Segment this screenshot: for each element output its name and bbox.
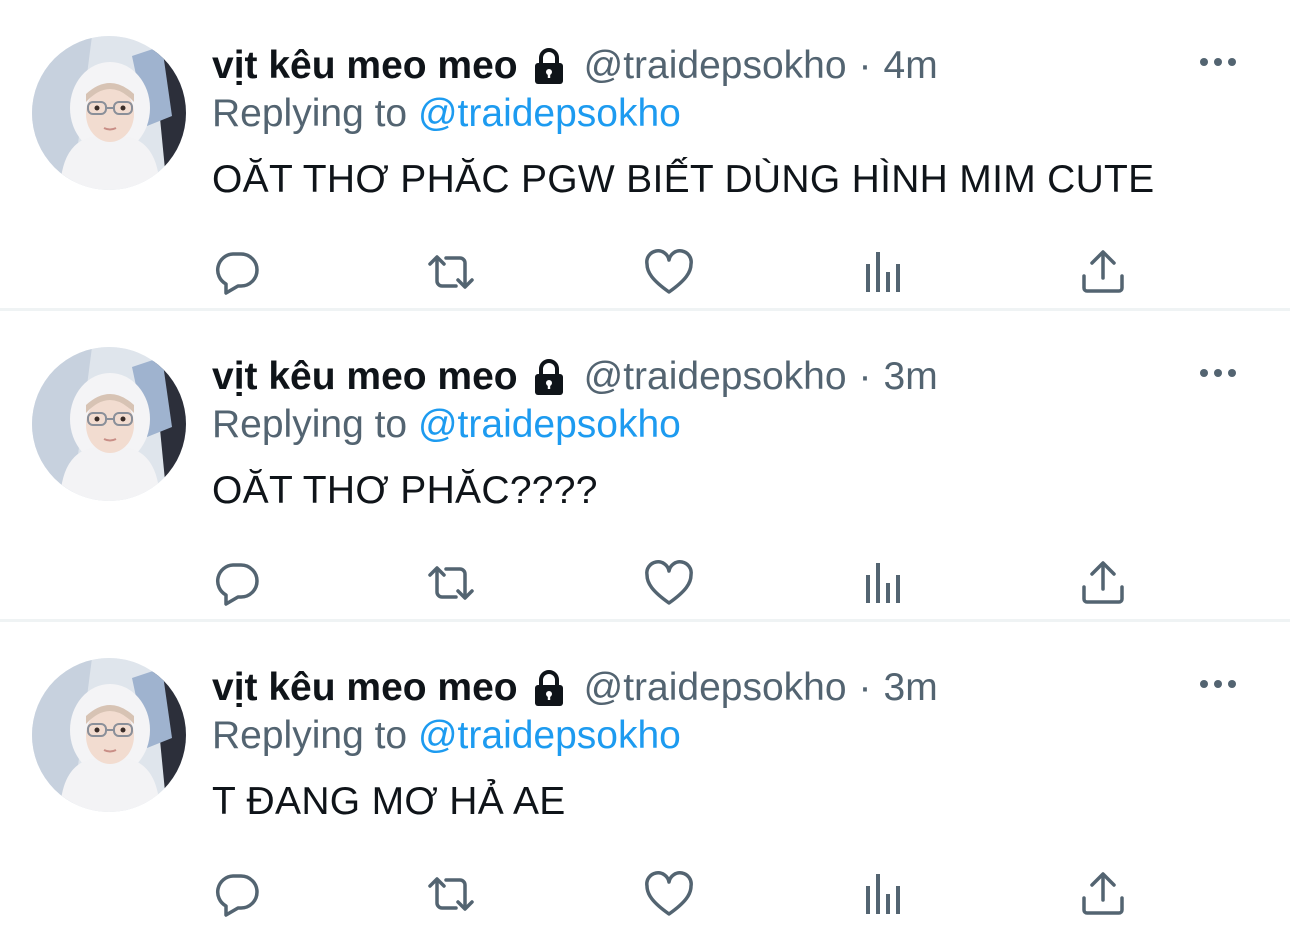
lock-icon: [528, 667, 570, 709]
tweet-actions: [212, 248, 1132, 296]
tweet-header: vịt kêu meo meo @traidepsokho · 4m: [212, 40, 938, 92]
user-handle[interactable]: @traidepsokho: [584, 44, 847, 88]
tweet-actions: [212, 559, 1132, 607]
avatar[interactable]: [32, 658, 186, 812]
user-handle[interactable]: @traidepsokho: [584, 666, 847, 710]
reply-icon[interactable]: [212, 248, 262, 296]
tweet-actions: [212, 870, 1132, 918]
lock-icon: [528, 45, 570, 87]
replying-to: Replying to @traidepsokho: [212, 714, 681, 758]
tweet-text: OĂT THƠ PHĂC????: [212, 469, 598, 512]
more-icon[interactable]: [1198, 363, 1238, 383]
timestamp[interactable]: 4m: [884, 44, 938, 88]
separator-dot: ·: [858, 44, 872, 87]
avatar[interactable]: [32, 36, 186, 190]
tweet-header: vịt kêu meo meo @traidepsokho · 3m: [212, 351, 938, 403]
user-handle[interactable]: @traidepsokho: [584, 355, 847, 399]
display-name[interactable]: vịt kêu meo meo: [212, 355, 518, 399]
tweet-text: OĂT THƠ PHĂC PGW BIẾT DÙNG HÌNH MIM CUTE: [212, 158, 1155, 201]
tweet[interactable]: vịt kêu meo meo @traidepsokho · 4m Reply…: [0, 0, 1290, 311]
avatar[interactable]: [32, 347, 186, 501]
analytics-icon[interactable]: [860, 248, 910, 296]
heart-icon[interactable]: [644, 870, 694, 918]
reply-icon[interactable]: [212, 870, 262, 918]
replying-to: Replying to @traidepsokho: [212, 92, 681, 136]
tweet[interactable]: vịt kêu meo meo @traidepsokho · 3m Reply…: [0, 311, 1290, 622]
replying-to-mention[interactable]: @traidepsokho: [418, 714, 681, 757]
separator-dot: ·: [858, 666, 872, 709]
share-icon[interactable]: [1078, 248, 1128, 296]
heart-icon[interactable]: [644, 248, 694, 296]
display-name[interactable]: vịt kêu meo meo: [212, 44, 518, 88]
tweet-feed: vịt kêu meo meo @traidepsokho · 4m Reply…: [0, 0, 1290, 942]
timestamp[interactable]: 3m: [884, 355, 938, 399]
tweet[interactable]: vịt kêu meo meo @traidepsokho · 3m Reply…: [0, 622, 1290, 933]
separator-dot: ·: [858, 355, 872, 398]
share-icon[interactable]: [1078, 870, 1128, 918]
more-icon[interactable]: [1198, 674, 1238, 694]
timestamp[interactable]: 3m: [884, 666, 938, 710]
retweet-icon[interactable]: [426, 248, 476, 296]
replying-to: Replying to @traidepsokho: [212, 403, 681, 447]
tweet-header: vịt kêu meo meo @traidepsokho · 3m: [212, 662, 938, 714]
lock-icon: [528, 356, 570, 398]
display-name[interactable]: vịt kêu meo meo: [212, 666, 518, 710]
replying-to-label: Replying to: [212, 403, 408, 446]
replying-to-mention[interactable]: @traidepsokho: [418, 403, 681, 446]
reply-icon[interactable]: [212, 559, 262, 607]
tweet-text: T ĐANG MƠ HẢ AE: [212, 780, 566, 823]
heart-icon[interactable]: [644, 559, 694, 607]
more-icon[interactable]: [1198, 52, 1238, 72]
replying-to-mention[interactable]: @traidepsokho: [418, 92, 681, 135]
retweet-icon[interactable]: [426, 559, 476, 607]
analytics-icon[interactable]: [860, 559, 910, 607]
replying-to-label: Replying to: [212, 92, 408, 135]
retweet-icon[interactable]: [426, 870, 476, 918]
replying-to-label: Replying to: [212, 714, 408, 757]
analytics-icon[interactable]: [860, 870, 910, 918]
share-icon[interactable]: [1078, 559, 1128, 607]
